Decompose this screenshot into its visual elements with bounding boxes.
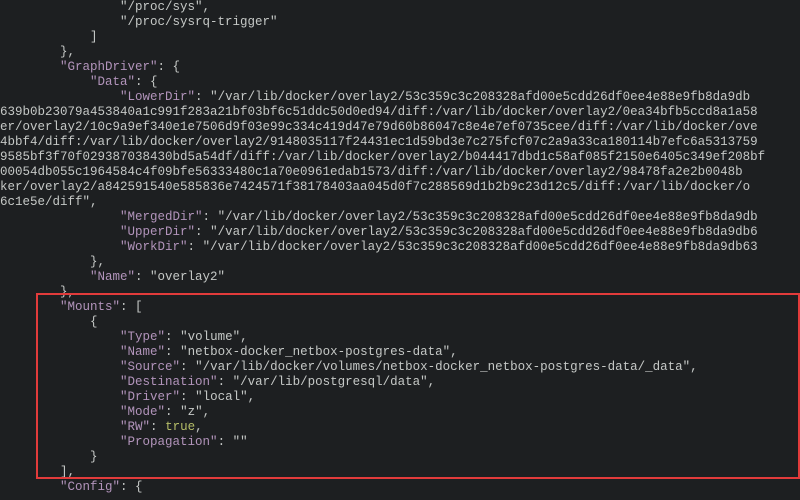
code-line: "GraphDriver": { bbox=[0, 60, 800, 75]
code-line: "LowerDir": "/var/lib/docker/overlay2/53… bbox=[0, 90, 800, 105]
code-line: "Propagation": "" bbox=[0, 435, 800, 450]
code-line: 4bbf4/diff:/var/lib/docker/overlay2/9148… bbox=[0, 135, 800, 150]
code-line: 6c1e5e/diff", bbox=[0, 195, 800, 210]
code-line: "Source": "/var/lib/docker/volumes/netbo… bbox=[0, 360, 800, 375]
code-line: "Mounts": [ bbox=[0, 300, 800, 315]
code-line: "WorkDir": "/var/lib/docker/overlay2/53c… bbox=[0, 240, 800, 255]
code-line: "Config": { bbox=[0, 480, 800, 495]
code-line: "UpperDir": "/var/lib/docker/overlay2/53… bbox=[0, 225, 800, 240]
code-line: { bbox=[0, 315, 800, 330]
code-line: "Mode": "z", bbox=[0, 405, 800, 420]
code-line: } bbox=[0, 450, 800, 465]
code-line: }, bbox=[0, 45, 800, 60]
code-line: ker/overlay2/a842591540e585836e7424571f3… bbox=[0, 180, 800, 195]
code-line: "/proc/sysrq-trigger" bbox=[0, 15, 800, 30]
code-line: }, bbox=[0, 255, 800, 270]
code-line: "Type": "volume", bbox=[0, 330, 800, 345]
code-line: "Destination": "/var/lib/postgresql/data… bbox=[0, 375, 800, 390]
code-line: "Name": "netbox-docker_netbox-postgres-d… bbox=[0, 345, 800, 360]
code-line: "Driver": "local", bbox=[0, 390, 800, 405]
code-line: 00054db055c1964584c4f09bfe56333480c1a70e… bbox=[0, 165, 800, 180]
code-line: 9585bf3f70f029387038430bd5a54df/diff:/va… bbox=[0, 150, 800, 165]
code-line: "/proc/sys", bbox=[0, 0, 800, 15]
code-line: "RW": true, bbox=[0, 420, 800, 435]
code-line: "Data": { bbox=[0, 75, 800, 90]
code-line: 639b0b23079a453840a1c991f283a21bf03bf6c5… bbox=[0, 105, 800, 120]
code-line: "MergedDir": "/var/lib/docker/overlay2/5… bbox=[0, 210, 800, 225]
code-line: }, bbox=[0, 285, 800, 300]
code-line: ], bbox=[0, 465, 800, 480]
code-line: "Name": "overlay2" bbox=[0, 270, 800, 285]
json-output: "/proc/sys", "/proc/sysrq-trigger" ] }, … bbox=[0, 0, 800, 495]
code-line: ] bbox=[0, 30, 800, 45]
code-line: er/overlay2/10c9a9ef340e1e7506d9f03e99c3… bbox=[0, 120, 800, 135]
